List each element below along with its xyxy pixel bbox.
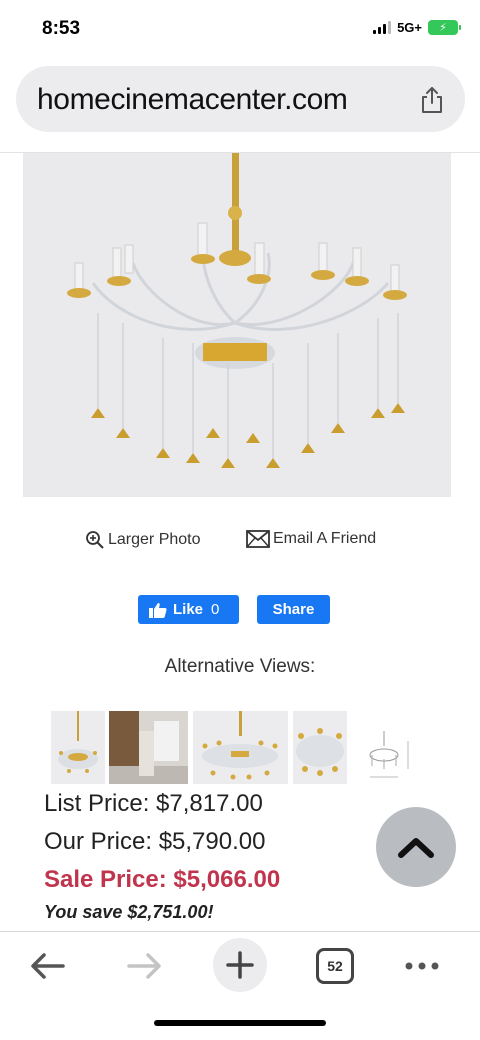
thumbnail-chandelier-wide[interactable] [193,711,288,784]
battery-icon: ⚡ [428,20,461,35]
arrow-right-icon [127,953,161,979]
network-label: 5G+ [397,20,422,35]
like-count: 0 [211,601,220,618]
more-dots-icon [405,962,439,970]
thumbnail-chandelier-full[interactable] [51,711,105,784]
new-tab-button[interactable] [213,938,267,992]
email-friend-link[interactable]: Email A Friend [246,530,376,548]
thumbnail-living-room[interactable] [109,711,188,784]
signal-icon [373,21,392,34]
home-indicator [154,1020,326,1026]
chevron-up-icon [398,838,434,858]
thumbs-up-icon [149,602,167,618]
scroll-to-top-button[interactable] [376,807,456,887]
chandelier-illustration [23,153,451,497]
list-price: List Price: $7,817.00 [44,790,263,817]
larger-photo-link[interactable]: Larger Photo [85,530,201,550]
thumbnail-dimension-drawing[interactable] [356,711,416,784]
tabs-button[interactable]: 52 [316,948,354,984]
url-text[interactable]: homecinemacenter.com [37,83,348,117]
email-friend-label[interactable]: Email A Friend [273,530,376,548]
more-menu-button[interactable] [400,946,444,986]
plus-icon [226,951,254,979]
tab-count: 52 [327,958,343,974]
thumbnail-image [296,728,344,776]
status-bar: 8:53 5G+ ⚡ [0,0,480,58]
envelope-icon [246,530,270,548]
alternative-views-heading: Alternative Views: [164,656,316,677]
back-button[interactable] [26,946,70,986]
facebook-like-button[interactable]: Like 0 [138,595,239,624]
sale-price: Sale Price: $5,066.00 [44,866,281,893]
arrow-left-icon [31,953,65,979]
facebook-share-button[interactable]: Share [257,595,330,624]
thumbnail-image [369,731,409,778]
thumbnail-image [58,711,98,773]
photo-links: Larger Photo Email A Friend [0,530,480,556]
you-save-text: You save $2,751.00! [44,902,214,922]
share-icon[interactable] [419,86,445,114]
product-image[interactable] [23,153,451,497]
address-bar[interactable]: homecinemacenter.com [16,66,465,132]
thumbnail-image [109,711,188,784]
thumbnail-chandelier-closeup[interactable] [293,711,347,784]
forward-button[interactable] [122,946,166,986]
status-indicators: 5G+ ⚡ [373,20,461,35]
zoom-in-icon [86,531,104,549]
status-time: 8:53 [42,18,81,39]
larger-photo-label[interactable]: Larger Photo [108,531,201,549]
like-label: Like [173,601,204,618]
our-price: Our Price: $5,790.00 [44,828,266,855]
thumbnail-image [202,711,278,780]
